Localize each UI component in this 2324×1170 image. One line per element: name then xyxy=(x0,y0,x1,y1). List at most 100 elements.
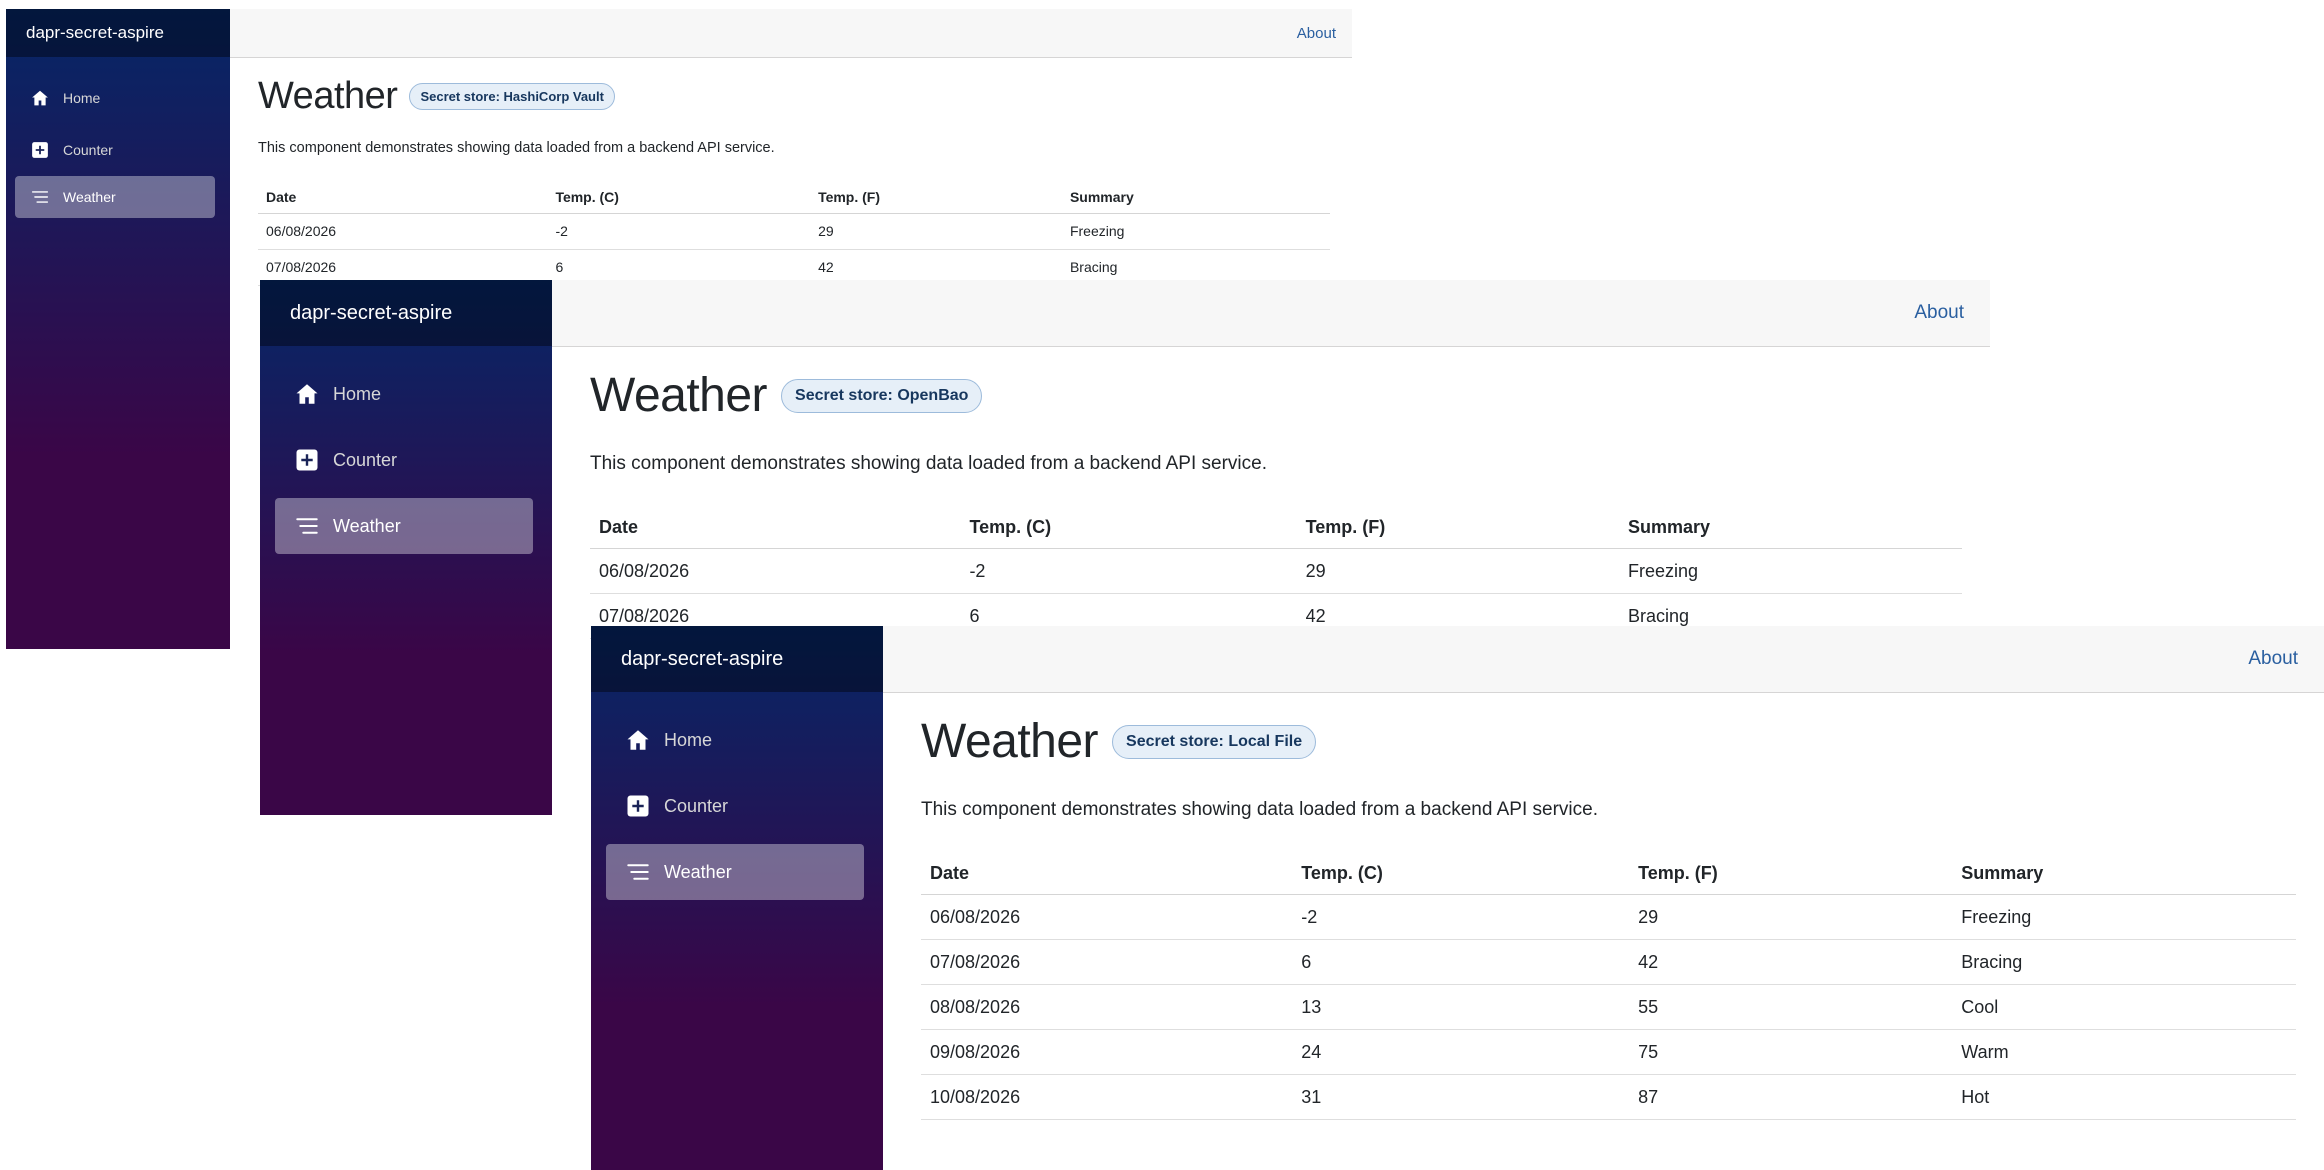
column-header-temp-c: Temp. (C) xyxy=(1292,851,1630,895)
sidebar: dapr-secret-aspire Home Counter Weather xyxy=(6,9,230,649)
column-header-temp-c: Temp. (C) xyxy=(960,505,1297,549)
cell-temp-c: 13 xyxy=(1292,984,1630,1030)
list-icon xyxy=(627,864,649,880)
home-icon xyxy=(627,730,649,750)
column-header-summary: Summary xyxy=(1618,505,1962,549)
plus-square-icon xyxy=(32,142,48,158)
nav-item-label: Counter xyxy=(664,795,729,816)
cell-date: 07/08/2026 xyxy=(921,939,1293,985)
column-header-summary: Summary xyxy=(1061,180,1330,214)
cell-date: 08/08/2026 xyxy=(921,984,1293,1030)
main-area: About Weather Secret store: Local File T… xyxy=(883,626,2324,1170)
nav-item-label: Counter xyxy=(63,142,113,158)
title-row: Weather Secret store: Local File xyxy=(921,714,2296,769)
column-header-temp-f: Temp. (F) xyxy=(1629,851,1953,895)
page-title: Weather xyxy=(258,75,398,117)
secret-store-badge: Secret store: Local File xyxy=(1112,724,1317,759)
cell-summary: Hot xyxy=(1952,1074,2296,1120)
cell-temp-c: -2 xyxy=(960,548,1297,594)
table-row: 08/08/2026 13 55 Cool xyxy=(921,984,2296,1030)
cell-summary: Warm xyxy=(1952,1029,2296,1075)
cell-temp-f: 29 xyxy=(810,213,1062,250)
top-row: About xyxy=(883,626,2324,693)
column-header-temp-f: Temp. (F) xyxy=(1296,505,1619,549)
table-row: 07/08/2026 6 42 Bracing xyxy=(921,939,2296,985)
cell-temp-f: 29 xyxy=(1296,548,1619,594)
weather-table: Date Temp. (C) Temp. (F) Summary 06/08/2… xyxy=(590,505,1962,639)
cell-temp-c: -2 xyxy=(547,213,811,250)
nav-item-label: Home xyxy=(664,729,713,750)
nav-item-home[interactable]: Home xyxy=(275,366,533,422)
content: Weather Secret store: HashiCorp Vault Th… xyxy=(258,75,1330,286)
nav-item-label: Home xyxy=(63,90,101,106)
top-row: About xyxy=(552,280,1990,347)
nav-item-label: Weather xyxy=(333,515,401,536)
column-header-temp-c: Temp. (C) xyxy=(547,180,811,214)
title-row: Weather Secret store: HashiCorp Vault xyxy=(258,75,1330,118)
sidebar: dapr-secret-aspire Home Counter Weather xyxy=(591,626,883,1170)
nav-item-home[interactable]: Home xyxy=(606,712,864,768)
nav-item-label: Home xyxy=(333,383,382,404)
nav-item-home[interactable]: Home xyxy=(15,77,215,119)
nav-item-counter[interactable]: Counter xyxy=(606,778,864,834)
nav-item-counter[interactable]: Counter xyxy=(15,129,215,171)
cell-temp-f: 87 xyxy=(1629,1074,1953,1120)
cell-date: 06/08/2026 xyxy=(258,213,548,250)
cell-summary: Freezing xyxy=(1952,894,2296,940)
secret-store-badge: Secret store: HashiCorp Vault xyxy=(409,83,615,110)
cell-temp-f: 42 xyxy=(1629,939,1953,985)
table-header-row: Date Temp. (C) Temp. (F) Summary xyxy=(921,851,2296,895)
about-link[interactable]: About xyxy=(2248,648,2298,670)
cell-temp-c: 24 xyxy=(1292,1029,1630,1075)
cell-date: 06/08/2026 xyxy=(921,894,1293,940)
cell-date: 09/08/2026 xyxy=(921,1029,1293,1075)
home-icon xyxy=(32,90,48,106)
brand-title[interactable]: dapr-secret-aspire xyxy=(591,626,883,692)
page-description: This component demonstrates showing data… xyxy=(921,799,1598,820)
column-header-summary: Summary xyxy=(1952,851,2296,895)
cell-temp-c: -2 xyxy=(1292,894,1630,940)
app-window-local-file: dapr-secret-aspire Home Counter Weather … xyxy=(591,626,2324,1170)
nav-item-label: Counter xyxy=(333,449,398,470)
column-header-temp-f: Temp. (F) xyxy=(810,180,1062,214)
top-row: About xyxy=(230,9,1352,58)
brand-title[interactable]: dapr-secret-aspire xyxy=(260,280,552,346)
about-link[interactable]: About xyxy=(1914,302,1964,324)
page-title: Weather xyxy=(590,369,768,422)
table-row: 09/08/2026 24 75 Warm xyxy=(921,1029,2296,1075)
table-row: 10/08/2026 31 87 Hot xyxy=(921,1074,2296,1120)
cell-temp-f: 75 xyxy=(1629,1029,1953,1075)
secret-store-badge: Secret store: OpenBao xyxy=(781,378,983,413)
home-icon xyxy=(296,384,318,404)
table-header-row: Date Temp. (C) Temp. (F) Summary xyxy=(590,505,1962,549)
about-link[interactable]: About xyxy=(1297,25,1336,42)
page-description: This component demonstrates showing data… xyxy=(590,453,1267,474)
nav-item-counter[interactable]: Counter xyxy=(275,432,533,488)
content: Weather Secret store: Local File This co… xyxy=(921,714,2296,1120)
table-row: 06/08/2026 -2 29 Freezing xyxy=(590,548,1962,594)
cell-summary: Cool xyxy=(1952,984,2296,1030)
brand-title[interactable]: dapr-secret-aspire xyxy=(6,9,230,57)
page-title: Weather xyxy=(921,715,1099,768)
cell-summary: Bracing xyxy=(1952,939,2296,985)
cell-temp-f: 29 xyxy=(1629,894,1953,940)
cell-summary: Freezing xyxy=(1618,548,1962,594)
content: Weather Secret store: OpenBao This compo… xyxy=(590,368,1962,639)
cell-temp-f: 55 xyxy=(1629,984,1953,1030)
weather-table: Date Temp. (C) Temp. (F) Summary 06/08/2… xyxy=(921,851,2296,1120)
title-row: Weather Secret store: OpenBao xyxy=(590,368,1962,423)
nav-item-label: Weather xyxy=(63,189,116,205)
nav-item-label: Weather xyxy=(664,861,732,882)
sidebar: dapr-secret-aspire Home Counter Weather xyxy=(260,280,552,815)
nav-item-weather[interactable]: Weather xyxy=(606,844,864,900)
cell-temp-c: 6 xyxy=(1292,939,1630,985)
column-header-date: Date xyxy=(921,851,1293,895)
plus-square-icon xyxy=(627,795,649,817)
cell-date: 10/08/2026 xyxy=(921,1074,1293,1120)
nav-item-weather[interactable]: Weather xyxy=(275,498,533,554)
nav-item-weather[interactable]: Weather xyxy=(15,176,215,218)
list-icon xyxy=(296,518,318,534)
table-row: 06/08/2026 -2 29 Freezing xyxy=(921,894,2296,940)
plus-square-icon xyxy=(296,449,318,471)
table-header-row: Date Temp. (C) Temp. (F) Summary xyxy=(258,180,1330,214)
